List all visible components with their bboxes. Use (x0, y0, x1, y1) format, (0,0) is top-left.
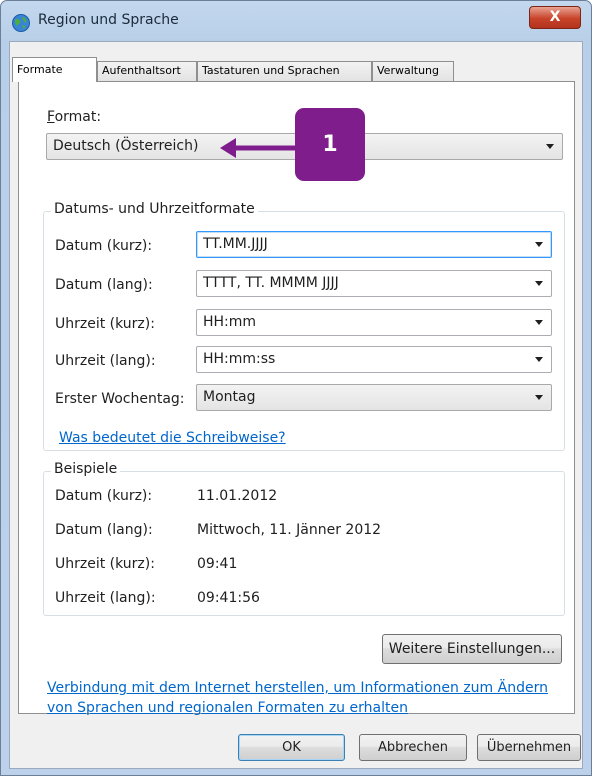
example-date-short-value: 11.01.2012 (197, 488, 278, 504)
close-button[interactable]: X (529, 6, 581, 29)
time-short-label: Uhrzeit (kurz): (55, 316, 155, 332)
chevron-down-icon (535, 395, 543, 400)
chevron-down-icon (546, 144, 554, 149)
annotation-arrow (220, 138, 296, 158)
time-long-value: HH:mm:ss (203, 351, 276, 367)
date-short-dropdown[interactable]: TT.MM.JJJJ (196, 231, 552, 258)
tab-verwaltung[interactable]: Verwaltung (372, 61, 454, 81)
example-date-short-label: Datum (kurz): (55, 488, 153, 504)
chevron-down-icon (535, 242, 543, 247)
internet-info-link-line1[interactable]: Verbindung mit dem Internet herstellen, … (47, 680, 548, 696)
example-time-long-value: 09:41:56 (197, 590, 260, 606)
example-time-short-value: 09:41 (197, 556, 238, 572)
globe-icon (12, 14, 30, 32)
examples-title: Beispiele (51, 461, 121, 477)
format-value: Deutsch (Österreich) (53, 138, 199, 154)
date-short-value: TT.MM.JJJJ (203, 236, 268, 252)
datetime-formats-title: Datums- und Uhrzeitformate (51, 201, 258, 217)
internet-info-link-line2[interactable]: von Sprachen und regionalen Formaten zu … (47, 700, 408, 716)
format-label-rest: ormat: (54, 109, 102, 125)
time-short-value: HH:mm (203, 314, 257, 330)
ok-button[interactable]: OK (238, 734, 345, 761)
chevron-down-icon (535, 320, 543, 325)
window-title: Region und Sprache (38, 12, 179, 28)
first-weekday-value: Montag (203, 389, 256, 405)
chevron-down-icon (535, 357, 543, 362)
example-date-long-label: Datum (lang): (55, 522, 153, 538)
tab-formate[interactable]: Formate (12, 57, 97, 82)
time-short-dropdown[interactable]: HH:mm (196, 309, 552, 336)
first-weekday-dropdown[interactable]: Montag (196, 384, 552, 411)
date-long-label: Datum (lang): (55, 277, 153, 293)
example-date-long-value: Mittwoch, 11. Jänner 2012 (197, 522, 382, 538)
chevron-down-icon (535, 281, 543, 286)
tab-tastaturen-und-sprachen[interactable]: Tastaturen und Sprachen (197, 61, 372, 81)
more-settings-button[interactable]: Weitere Einstellungen... (382, 634, 562, 664)
first-weekday-label: Erster Wochentag: (55, 391, 185, 407)
date-long-value: TTTT, TT. MMMM JJJJ (203, 275, 339, 291)
apply-button[interactable]: Übernehmen (477, 734, 581, 761)
example-time-short-label: Uhrzeit (kurz): (55, 556, 155, 572)
date-short-label: Datum (kurz): (55, 238, 153, 254)
example-time-long-label: Uhrzeit (lang): (55, 590, 156, 606)
annotation-badge: 1 (295, 108, 365, 181)
title-bar[interactable]: Region und Sprache X (1, 1, 591, 41)
cancel-button[interactable]: Abbrechen (359, 734, 467, 761)
time-long-dropdown[interactable]: HH:mm:ss (196, 346, 552, 373)
notation-help-link[interactable]: Was bedeutet die Schreibweise? (59, 430, 286, 446)
format-label: Format: (47, 109, 102, 125)
tab-aufenthaltsort[interactable]: Aufenthaltsort (97, 61, 197, 81)
date-long-dropdown[interactable]: TTTT, TT. MMMM JJJJ (196, 270, 552, 297)
time-long-label: Uhrzeit (lang): (55, 353, 156, 369)
